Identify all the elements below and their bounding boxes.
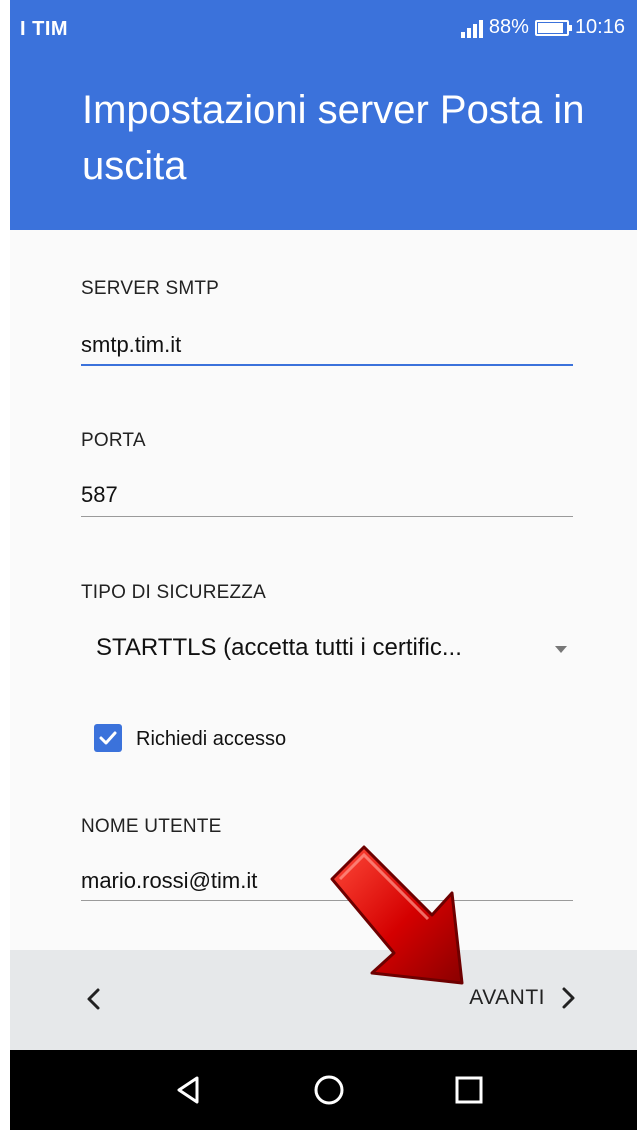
checkmark-icon	[99, 731, 117, 745]
clock: 10:16	[574, 16, 625, 38]
port-label: PORTA	[81, 430, 146, 451]
battery-level-fill	[537, 22, 563, 33]
smtp-server-input[interactable]: smtp.tim.it	[81, 332, 181, 358]
require-login-checkbox[interactable]	[94, 724, 122, 752]
username-input[interactable]: mario.rossi@tim.it	[81, 868, 257, 894]
screen: I TIM 88% 10:16 Impostazioni server Post…	[0, 0, 637, 1130]
status-indicators: 88% 10:16	[460, 16, 625, 39]
carrier-name: I TIM	[20, 18, 69, 40]
security-type-select[interactable]: STARTTLS (accetta tutti i certific...	[96, 634, 462, 662]
app-header: Impostazioni server Posta in uscita	[10, 62, 637, 230]
username-label: NOME UTENTE	[81, 816, 222, 837]
page-title: Impostazioni server Posta in uscita	[82, 88, 585, 188]
nav-home-button[interactable]	[309, 1070, 349, 1110]
system-nav-bar	[10, 1050, 637, 1130]
smtp-server-underline	[81, 364, 573, 366]
chevron-left-icon	[87, 988, 100, 1010]
back-button[interactable]	[82, 985, 106, 1013]
triangle-back-icon	[177, 1076, 199, 1104]
dropdown-arrow-icon[interactable]	[555, 646, 567, 653]
signal-bars-icon	[460, 18, 483, 38]
security-type-label: TIPO DI SICUREZZA	[81, 582, 266, 603]
square-recents-icon	[455, 1076, 483, 1104]
chevron-right-icon	[562, 987, 575, 1009]
port-input[interactable]: 587	[81, 482, 118, 508]
circle-home-icon	[314, 1075, 344, 1105]
nav-recents-button[interactable]	[449, 1070, 489, 1110]
battery-icon	[534, 19, 572, 36]
status-bar: I TIM 88% 10:16	[10, 0, 637, 62]
battery-percent: 88%	[488, 16, 529, 38]
smtp-server-label: SERVER SMTP	[81, 278, 220, 299]
require-login-label[interactable]: Richiedi accesso	[136, 728, 286, 751]
red-arrow-pointer-icon	[330, 845, 464, 985]
port-underline	[81, 516, 573, 517]
nav-back-button[interactable]	[168, 1070, 208, 1110]
